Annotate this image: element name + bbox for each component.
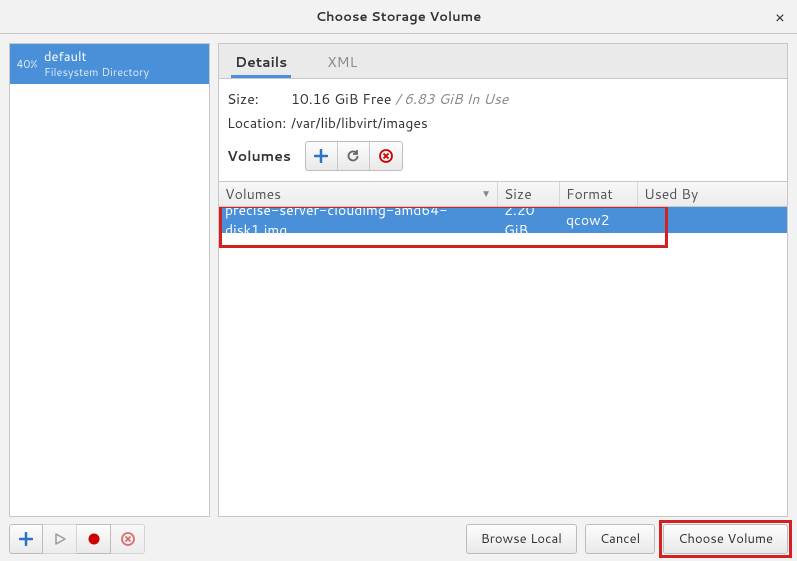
table-row[interactable]: precise-server-cloudimg-amd64-disk1.img … xyxy=(219,207,787,233)
location-value: /var/lib/libvirt/images xyxy=(291,113,428,133)
add-icon xyxy=(314,149,328,163)
details-panel: Size: 10.16 GiB Free / 6.83 GiB In Use L… xyxy=(218,79,788,517)
start-pool-button[interactable] xyxy=(43,524,77,554)
column-header-usedby[interactable]: Used By xyxy=(638,182,787,206)
pool-usage-percent: 40% xyxy=(10,56,44,72)
refresh-icon xyxy=(346,149,360,163)
volumes-toolbar: Volumes xyxy=(219,135,787,181)
size-inuse: / 6.83 GiB In Use xyxy=(391,89,508,109)
volume-actions-group xyxy=(305,141,403,171)
storage-pool-item-default[interactable]: 40% default Filesystem Directory xyxy=(10,44,209,84)
pool-info: default Filesystem Directory xyxy=(44,45,209,83)
location-label: Location: xyxy=(227,113,291,133)
cancel-button[interactable]: Cancel xyxy=(585,524,655,554)
size-value: 10.16 GiB Free / 6.83 GiB In Use xyxy=(291,89,508,109)
column-header-format[interactable]: Format xyxy=(560,182,638,206)
pool-action-buttons xyxy=(9,524,145,554)
volumes-label: Volumes xyxy=(227,146,291,166)
location-row: Location: /var/lib/libvirt/images xyxy=(219,111,787,135)
cell-volume-size: 2.20 GiB xyxy=(498,207,560,240)
volumes-table-body: precise-server-cloudimg-amd64-disk1.img … xyxy=(219,207,787,516)
close-icon[interactable]: × xyxy=(775,6,785,29)
add-volume-button[interactable] xyxy=(306,142,338,170)
add-icon xyxy=(19,532,33,546)
pool-name: default xyxy=(44,49,209,65)
tab-details[interactable]: Details xyxy=(231,44,291,78)
remove-icon xyxy=(121,532,135,546)
choose-volume-button[interactable]: Choose Volume xyxy=(663,524,788,554)
play-icon xyxy=(54,533,66,545)
content-pane: Details XML Size: 10.16 GiB Free / 6.83 … xyxy=(218,43,788,517)
column-header-volumes-label: Volumes xyxy=(225,184,281,204)
pool-type: Filesystem Directory xyxy=(44,65,209,79)
sort-indicator-icon: ▼ xyxy=(481,187,491,201)
browse-local-button[interactable]: Browse Local xyxy=(466,524,577,554)
choose-volume-wrap: Choose Volume xyxy=(663,524,788,554)
window-title: Choose Storage Volume xyxy=(316,8,481,26)
dialog-body: 40% default Filesystem Directory Details… xyxy=(0,34,797,517)
titlebar: Choose Storage Volume × xyxy=(0,0,797,34)
stop-icon xyxy=(87,532,101,546)
stop-pool-button[interactable] xyxy=(77,524,111,554)
column-header-volumes[interactable]: Volumes ▼ xyxy=(219,182,498,206)
cell-volume-name: precise-server-cloudimg-amd64-disk1.img xyxy=(219,207,498,240)
column-header-size[interactable]: Size xyxy=(498,182,560,206)
volumes-table-header: Volumes ▼ Size Format Used By xyxy=(219,181,787,207)
size-label: Size: xyxy=(227,89,291,109)
dialog-footer: Browse Local Cancel Choose Volume xyxy=(0,517,797,561)
delete-pool-button[interactable] xyxy=(111,524,145,554)
refresh-volumes-button[interactable] xyxy=(338,142,370,170)
delete-icon xyxy=(379,149,393,163)
tab-bar: Details XML xyxy=(218,43,788,79)
tab-xml[interactable]: XML xyxy=(323,44,361,78)
size-row: Size: 10.16 GiB Free / 6.83 GiB In Use xyxy=(219,87,787,111)
delete-volume-button[interactable] xyxy=(370,142,402,170)
size-free: 10.16 GiB Free xyxy=(291,89,391,109)
dialog-action-buttons: Browse Local Cancel Choose Volume xyxy=(466,524,788,554)
add-pool-button[interactable] xyxy=(9,524,43,554)
cell-volume-format: qcow2 xyxy=(560,210,638,230)
storage-pool-sidebar: 40% default Filesystem Directory xyxy=(9,43,210,517)
